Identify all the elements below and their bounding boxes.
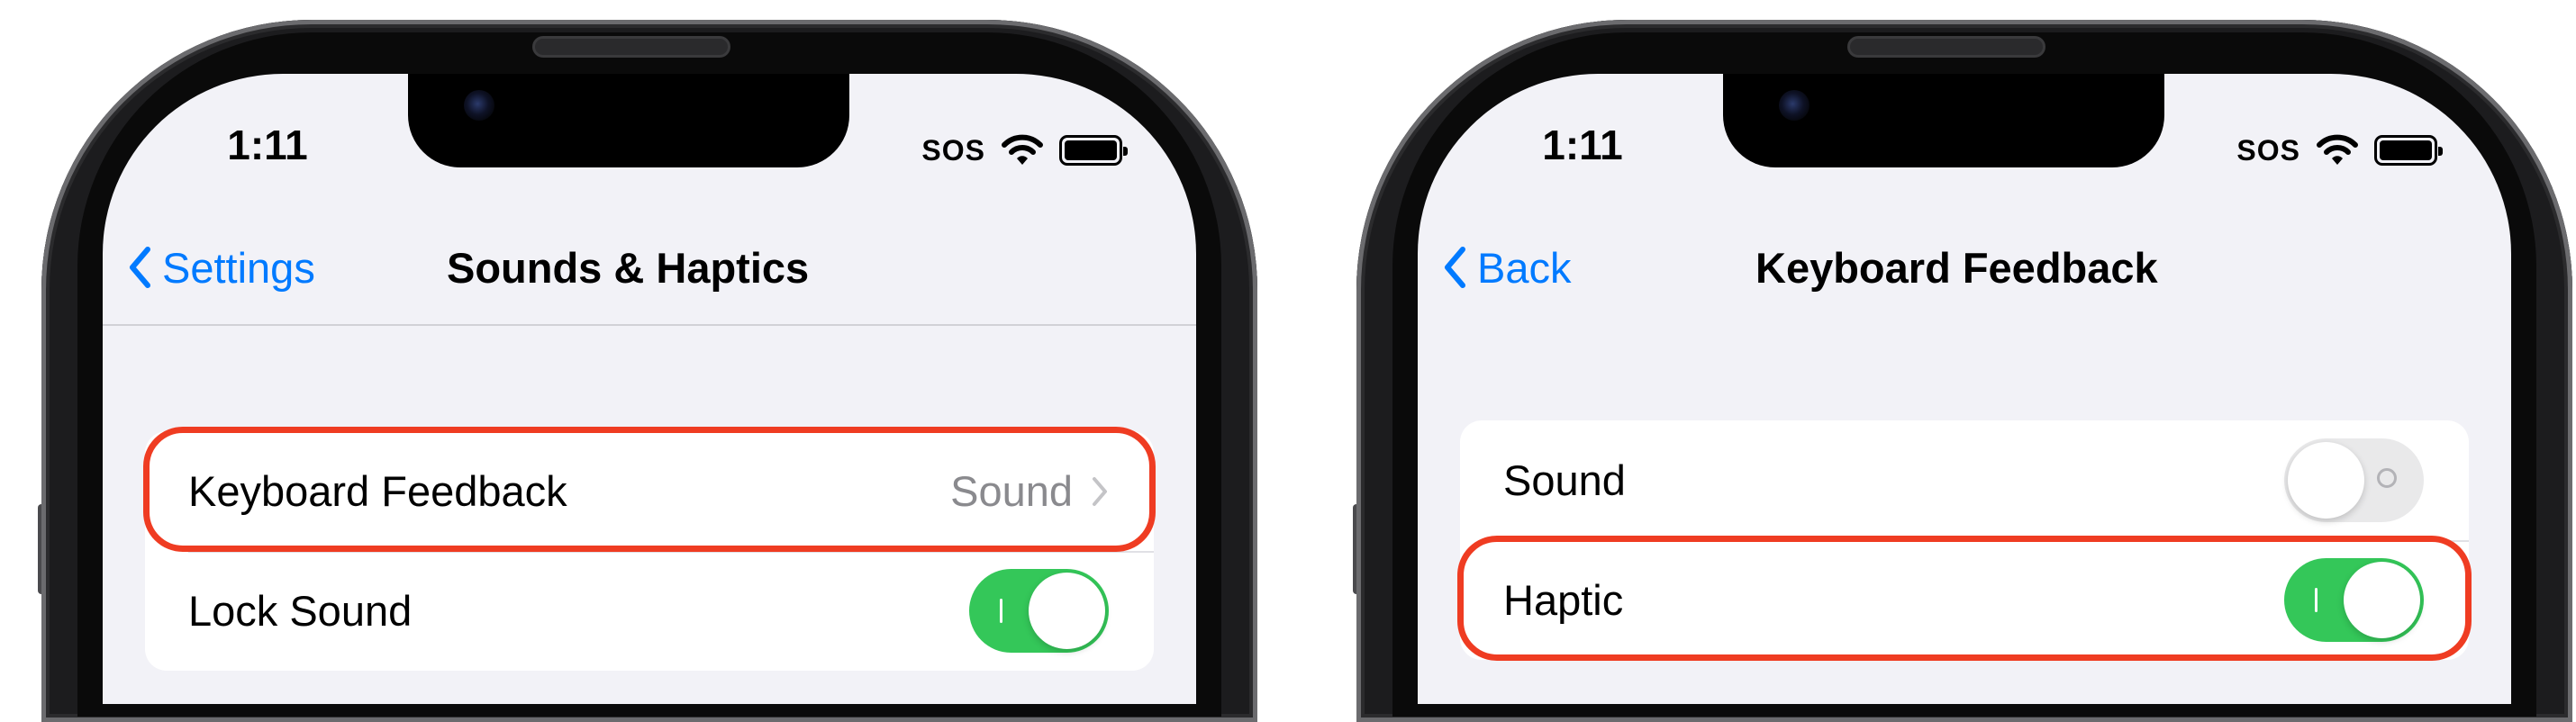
- chevron-right-icon: [1093, 476, 1107, 506]
- row-label: Lock Sound: [188, 587, 413, 635]
- settings-group: Keyboard Feedback Sound Lock Sound: [145, 431, 1154, 671]
- battery-icon: [1059, 135, 1128, 166]
- wifi-icon: [2317, 134, 2358, 165]
- back-label: Back: [1477, 243, 1572, 292]
- toggle-on-mark: [1000, 599, 1002, 623]
- row-haptic[interactable]: Haptic: [1460, 540, 2469, 660]
- right-screen: 1:11 SOS Back Keyboard Feedback Sound Ha…: [1418, 74, 2511, 704]
- page-title: Sounds & Haptics: [447, 243, 810, 292]
- toggle-knob: [2344, 562, 2420, 638]
- battery-icon: [2374, 135, 2443, 166]
- status-indicators: SOS: [2236, 128, 2443, 173]
- front-camera: [1779, 90, 1810, 121]
- status-time: 1:11: [1542, 122, 1623, 168]
- status-indicators: SOS: [921, 128, 1128, 173]
- row-label: Keyboard Feedback: [188, 467, 567, 515]
- haptic-toggle[interactable]: [2284, 558, 2424, 642]
- back-button[interactable]: Settings: [128, 231, 315, 303]
- row-value: Sound: [950, 467, 1073, 515]
- right-phone: 1:11 SOS Back Keyboard Feedback Sound Ha…: [1353, 0, 2572, 722]
- left-phone: 1:11 SOS Settings Sounds & Haptics Keybo…: [38, 0, 1257, 722]
- notch: [408, 74, 849, 167]
- navigation-bar: Back Keyboard Feedback: [1418, 231, 2511, 303]
- earpiece-speaker: [1847, 36, 2045, 58]
- navigation-bar: Settings Sounds & Haptics: [103, 231, 1196, 303]
- toggle-knob: [1029, 573, 1105, 649]
- row-lock-sound[interactable]: Lock Sound: [145, 551, 1154, 671]
- sound-toggle[interactable]: [2284, 438, 2424, 522]
- sos-indicator: SOS: [2236, 133, 2300, 167]
- status-time: 1:11: [227, 122, 308, 168]
- earpiece-speaker: [532, 36, 730, 58]
- toggle-knob: [2288, 442, 2364, 519]
- lock-sound-toggle[interactable]: [969, 569, 1109, 653]
- page-title: Keyboard Feedback: [1755, 243, 2158, 292]
- chevron-left-icon: [130, 247, 150, 288]
- left-screen: 1:11 SOS Settings Sounds & Haptics Keybo…: [103, 74, 1196, 704]
- sos-indicator: SOS: [921, 133, 985, 167]
- toggle-off-mark: [2377, 468, 2397, 488]
- chevron-left-icon: [1445, 247, 1465, 288]
- row-sound[interactable]: Sound: [1460, 420, 2469, 540]
- notch: [1723, 74, 2164, 167]
- back-label: Settings: [162, 243, 315, 292]
- toggle-on-mark: [2315, 588, 2317, 612]
- row-label: Sound: [1503, 456, 1626, 504]
- wifi-icon: [1002, 134, 1043, 165]
- settings-group: Sound Haptic: [1460, 420, 2469, 660]
- row-label: Haptic: [1503, 576, 1624, 624]
- row-keyboard-feedback[interactable]: Keyboard Feedback Sound: [145, 431, 1154, 551]
- nav-divider: [103, 324, 1196, 326]
- front-camera: [464, 90, 494, 121]
- back-button[interactable]: Back: [1443, 231, 1572, 303]
